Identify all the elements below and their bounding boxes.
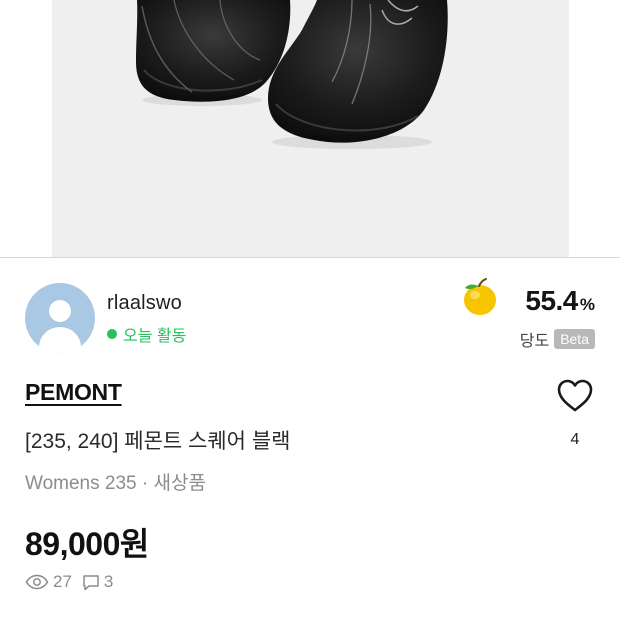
seller-section: rlaalswo 오늘 활동 55.4 % 당도 Beta: [25, 278, 595, 353]
view-count: 27: [53, 572, 72, 591]
sweetness-label: 당도: [519, 333, 550, 350]
seller-name[interactable]: rlaalswo: [107, 292, 182, 315]
sweetness-label-row: 당도 Beta: [520, 327, 595, 351]
shoe-photo: [136, 0, 448, 149]
sweetness-score: 55.4 %: [525, 285, 595, 317]
like-button[interactable]: 4: [556, 378, 596, 458]
sweetness-value: 55.4: [525, 285, 578, 316]
brand-link[interactable]: PEMONT: [25, 379, 122, 406]
avatar-head: [49, 300, 71, 322]
sweetness-unit: %: [579, 295, 595, 314]
avatar[interactable]: [25, 283, 95, 353]
product-meta: Womens 235 · 새상품: [25, 473, 206, 494]
avatar-body: [39, 327, 81, 353]
product-photo[interactable]: [52, 0, 569, 257]
status-text: 오늘 활동: [123, 328, 187, 345]
chat-bubble-icon: [83, 574, 99, 590]
view-stat: 27: [25, 572, 72, 592]
product-title: [235, 240] 페몬트 스퀘어 블랙: [25, 430, 291, 453]
stats-row: 27 3: [25, 572, 123, 592]
product-image-area: [0, 0, 620, 258]
apple-icon: [464, 278, 496, 315]
product-price: 89,000원: [25, 526, 149, 562]
eye-icon: [25, 574, 49, 590]
activity-status: 오늘 활동: [107, 322, 186, 346]
heart-icon: [557, 379, 593, 412]
like-count: 4: [570, 431, 580, 448]
beta-badge: Beta: [554, 329, 595, 349]
comment-stat: 3: [82, 572, 113, 592]
status-dot-icon: [107, 329, 117, 339]
comment-count: 3: [103, 572, 114, 591]
